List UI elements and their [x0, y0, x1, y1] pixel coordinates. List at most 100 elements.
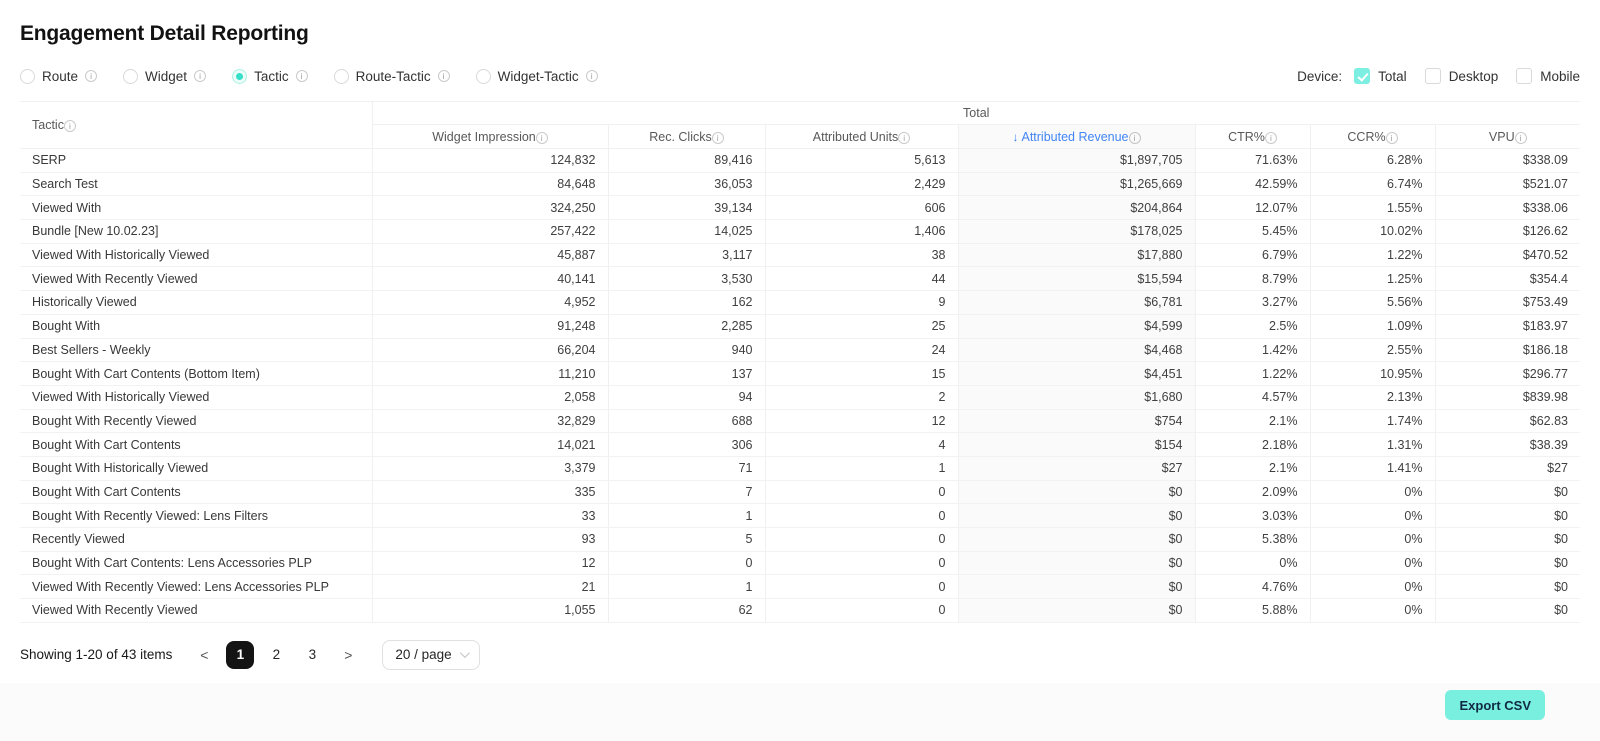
radio-circle-icon[interactable]: [232, 69, 247, 84]
value-cell: 940: [608, 338, 765, 362]
next-page-button[interactable]: >: [334, 641, 362, 669]
column-header-vpu[interactable]: VPUi: [1435, 125, 1580, 149]
info-icon[interactable]: i: [194, 70, 206, 82]
value-cell: 335: [372, 480, 608, 504]
value-cell: 12.07%: [1195, 196, 1310, 220]
value-cell: 1: [765, 456, 958, 480]
value-cell: 12: [765, 409, 958, 433]
info-icon[interactable]: i: [586, 70, 598, 82]
radio-widget-tactic[interactable]: Widget-Tactic i: [476, 69, 598, 84]
value-cell: 0%: [1310, 575, 1435, 599]
group-header-total: Total: [372, 102, 1580, 125]
value-cell: 137: [608, 362, 765, 386]
table-row: SERP124,83289,4165,613$1,897,70571.63%6.…: [20, 149, 1580, 173]
radio-route-tactic[interactable]: Route-Tactic i: [334, 69, 450, 84]
value-cell: 0: [765, 480, 958, 504]
value-cell: 44: [765, 267, 958, 291]
info-icon[interactable]: i: [438, 70, 450, 82]
filter-bar: Route i Widget i Tactic i Route-Tactic i…: [20, 66, 1580, 86]
info-icon[interactable]: i: [1515, 132, 1527, 144]
value-cell: 688: [608, 409, 765, 433]
radio-label: Widget: [145, 69, 187, 84]
value-cell: 94: [608, 385, 765, 409]
page-button-1[interactable]: 1: [226, 641, 254, 669]
value-cell: $17,880: [958, 243, 1195, 267]
table-row: Bought With91,2482,28525$4,5992.5%1.09%$…: [20, 314, 1580, 338]
checkbox-total[interactable]: Total: [1354, 68, 1407, 84]
value-cell: 257,422: [372, 220, 608, 244]
column-header-label: Attributed Revenue: [1021, 130, 1128, 144]
info-icon[interactable]: i: [85, 70, 97, 82]
table-row: Viewed With324,25039,134606$204,86412.07…: [20, 196, 1580, 220]
column-header-rec-clicks[interactable]: Rec. Clicksi: [608, 125, 765, 149]
value-cell: 2.5%: [1195, 314, 1310, 338]
info-icon[interactable]: i: [1386, 132, 1398, 144]
value-cell: 2.55%: [1310, 338, 1435, 362]
value-cell: $753.49: [1435, 291, 1580, 315]
radio-route[interactable]: Route i: [20, 69, 97, 84]
column-header-ccr[interactable]: CCR%i: [1310, 125, 1435, 149]
value-cell: 4: [765, 433, 958, 457]
checkbox-icon[interactable]: [1354, 68, 1370, 84]
value-cell: 2,058: [372, 385, 608, 409]
export-csv-button[interactable]: Export CSV: [1445, 690, 1545, 720]
value-cell: $126.62: [1435, 220, 1580, 244]
value-cell: 0%: [1310, 528, 1435, 552]
value-cell: 1,055: [372, 599, 608, 623]
info-icon[interactable]: i: [64, 120, 76, 132]
info-icon[interactable]: i: [712, 132, 724, 144]
tactic-cell: Viewed With Recently Viewed: Lens Access…: [20, 575, 372, 599]
value-cell: 0%: [1310, 504, 1435, 528]
checkbox-icon[interactable]: [1425, 68, 1441, 84]
radio-tactic[interactable]: Tactic i: [232, 69, 308, 84]
column-header-widget-impression[interactable]: Widget Impressioni: [372, 125, 608, 149]
radio-circle-icon[interactable]: [476, 69, 491, 84]
value-cell: $62.83: [1435, 409, 1580, 433]
info-icon[interactable]: i: [1129, 132, 1141, 144]
page-button-2[interactable]: 2: [262, 641, 290, 669]
value-cell: $0: [958, 599, 1195, 623]
page-size-select[interactable]: 20 / page: [382, 640, 479, 670]
pagination-bar: Showing 1-20 of 43 items < 1 2 3 > 20 / …: [20, 640, 1580, 670]
checkbox-mobile[interactable]: Mobile: [1516, 68, 1580, 84]
value-cell: 0%: [1310, 551, 1435, 575]
info-icon[interactable]: i: [898, 132, 910, 144]
info-icon[interactable]: i: [1265, 132, 1277, 144]
value-cell: 1.42%: [1195, 338, 1310, 362]
column-header-ctr[interactable]: CTR%i: [1195, 125, 1310, 149]
tactic-cell: Bundle [New 10.02.23]: [20, 220, 372, 244]
column-header-label: Tactic: [32, 118, 64, 132]
value-cell: 4,952: [372, 291, 608, 315]
value-cell: $0: [1435, 599, 1580, 623]
tactic-cell: Bought With Recently Viewed: [20, 409, 372, 433]
info-icon[interactable]: i: [296, 70, 308, 82]
page-size-label: 20 / page: [395, 647, 451, 662]
checkbox-desktop[interactable]: Desktop: [1425, 68, 1499, 84]
column-header-attributed-units[interactable]: Attributed Unitsi: [765, 125, 958, 149]
column-header-tactic[interactable]: Tactici: [20, 102, 372, 149]
value-cell: 4.57%: [1195, 385, 1310, 409]
checkbox-icon[interactable]: [1516, 68, 1532, 84]
previous-page-button[interactable]: <: [190, 641, 218, 669]
value-cell: 6.79%: [1195, 243, 1310, 267]
column-header-attributed-revenue[interactable]: ↓Attributed Revenuei: [958, 125, 1195, 149]
value-cell: $296.77: [1435, 362, 1580, 386]
radio-widget[interactable]: Widget i: [123, 69, 206, 84]
tactic-cell: Viewed With Recently Viewed: [20, 267, 372, 291]
table-row: Best Sellers - Weekly66,20494024$4,4681.…: [20, 338, 1580, 362]
page-button-3[interactable]: 3: [298, 641, 326, 669]
value-cell: $6,781: [958, 291, 1195, 315]
info-icon[interactable]: i: [536, 132, 548, 144]
value-cell: 1.55%: [1310, 196, 1435, 220]
value-cell: 3,117: [608, 243, 765, 267]
radio-circle-icon[interactable]: [334, 69, 349, 84]
value-cell: $1,680: [958, 385, 1195, 409]
radio-circle-icon[interactable]: [123, 69, 138, 84]
value-cell: $338.09: [1435, 149, 1580, 173]
value-cell: 1.22%: [1310, 243, 1435, 267]
value-cell: 1.74%: [1310, 409, 1435, 433]
radio-circle-icon[interactable]: [20, 69, 35, 84]
table-row: Bought With Recently Viewed32,82968812$7…: [20, 409, 1580, 433]
value-cell: 2.1%: [1195, 409, 1310, 433]
engagement-table: Tactici Total Widget Impressioni Rec. Cl…: [20, 101, 1580, 623]
